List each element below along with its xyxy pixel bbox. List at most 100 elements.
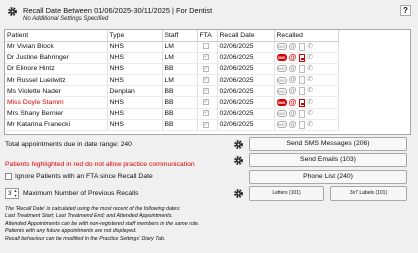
staff-cell: BB [162,108,198,120]
sms-icon[interactable]: SMS [276,76,287,84]
letter-icon[interactable] [298,120,305,129]
sms-icon[interactable]: SMS [276,121,287,129]
letter-icon[interactable] [298,42,305,51]
patient-cell: Mrs Shany Bernier [5,108,108,120]
sms-icon[interactable]: SMS [276,99,287,107]
ignore-fta-label: Ignore Patients with an FTA since Recall… [15,173,153,180]
settings-gear-icon[interactable] [7,6,18,17]
letter-icon[interactable] [298,53,305,62]
email-icon[interactable]: @ [289,76,297,84]
type-cell: NHS [107,63,163,76]
phone-icon[interactable]: ✆ [307,87,314,95]
recalled-cell: SMS @ ✆ [274,41,339,53]
table-row[interactable]: Miss Doyle StammNHSBB 02/06/2025SMS@ ✆ [5,96,339,109]
staff-cell: BB [162,96,198,109]
patient-cell: Dr Elinore Hintz [5,63,108,76]
letter-icon[interactable] [298,109,305,118]
sms-icon[interactable]: SMS [276,65,287,73]
table-row[interactable]: Dr Elinore HintzNHSBB 02/06/2025SMS@ ✆ [5,63,339,76]
recall-grid[interactable]: Patient Type Staff FTA Recall Date Recal… [4,29,411,135]
email-icon[interactable]: @ [289,109,297,118]
table-row[interactable]: Dr Justine BahringerNHSLM 02/06/2025SMS@ ✆ [5,52,339,64]
recalled-cell: SMS @ ✆ [274,85,339,98]
note-line: Last Treatment Start; Last Treatmend End… [5,213,173,220]
max-recalls-spinner[interactable]: 3 ▲ ▼ [5,188,19,199]
phone-icon[interactable]: ✆ [307,110,314,118]
phone-icon[interactable]: ✆ [307,43,314,51]
sms-settings-gear-icon[interactable] [233,139,244,150]
email-icon[interactable]: @ [289,42,297,51]
fta-checkbox [202,65,209,72]
table-row[interactable]: Ms Violette NaderDenplanBB 02/06/2025SMS@… [5,85,339,98]
spinner-arrows-icon[interactable]: ▲ ▼ [13,189,18,198]
fta-cell [197,52,218,64]
fta-cell [197,41,218,53]
email-icon[interactable]: @ [289,120,297,129]
letter-icon[interactable] [298,87,305,96]
sms-icon[interactable]: SMS [276,54,287,62]
note-line: Attended Appointments can be with non-re… [5,220,200,227]
email-icon[interactable]: @ [289,53,297,62]
fta-checkbox [202,43,209,50]
recall-table: Patient Type Staff FTA Recall Date Recal… [5,30,339,132]
table-row[interactable]: Mrs Shany BernierNHSBB 02/06/2025SMS@ ✆ [5,108,339,120]
table-row[interactable]: Mr Russel LueilwitzNHSLM 02/06/2025SMS@ ✆ [5,74,339,87]
recall-date-cell: 02/06/2025 [217,41,275,53]
page-subtitle: No Additional Settings Specified [23,16,109,22]
column-header-staff[interactable]: Staff [162,30,198,42]
fta-cell [197,119,218,132]
fta-checkbox [202,88,209,95]
staff-cell: BB [162,119,198,132]
letter-icon[interactable] [298,98,305,107]
recall-date-cell: 02/06/2025 [217,85,275,98]
red-highlight-notice: Patients highlighted in red do not allow… [5,161,195,168]
send-sms-button[interactable]: Send SMS Messages (206) [249,137,407,151]
labels-button[interactable]: 3x7 Labels (101) [330,186,407,201]
recall-date-cell: 02/06/2025 [217,74,275,87]
fta-checkbox [202,76,209,83]
column-header-recalled[interactable]: Recalled [274,30,339,42]
recalled-cell: SMS @ ✆ [274,52,339,64]
email-icon[interactable]: @ [289,87,297,95]
email-settings-gear-icon[interactable] [233,155,244,166]
staff-cell: LM [162,41,198,53]
letter-icon[interactable] [298,64,305,73]
staff-cell: LM [162,52,198,64]
recalled-cell: SMS @ ✆ [274,63,339,76]
type-cell: NHS [107,41,163,53]
sms-icon[interactable]: SMS [276,43,287,51]
phone-icon[interactable]: ✆ [307,76,314,84]
phone-icon[interactable]: ✆ [307,121,314,129]
email-icon[interactable]: @ [289,98,297,107]
page-title: Recall Date Between 01/06/2025-30/11/202… [23,6,213,15]
max-recalls-value[interactable]: 3 [8,190,12,197]
sms-icon[interactable]: SMS [276,87,287,95]
phone-list-button[interactable]: Phone List (240) [249,170,407,184]
send-emails-button[interactable]: Send Emails (103) [249,153,407,167]
phone-icon[interactable]: ✆ [307,54,314,62]
phone-icon[interactable]: ✆ [307,99,314,107]
type-cell: Denplan [107,85,163,98]
fta-cell [197,74,218,87]
fta-cell [197,85,218,98]
sms-icon[interactable]: SMS [276,110,287,118]
ignore-fta-checkbox[interactable] [5,173,12,180]
table-row[interactable]: Mr Katarina FraneckiNHSBB 02/06/2025SMS@ ✆ [5,119,339,132]
column-header-recall-date[interactable]: Recall Date [217,30,275,42]
phone-icon[interactable]: ✆ [307,65,314,73]
fta-checkbox [202,99,209,106]
letter-settings-gear-icon[interactable] [233,188,244,199]
table-header-row: Patient Type Staff FTA Recall Date Recal… [5,30,339,42]
note-line: Patients with any future appointments ar… [5,228,137,235]
letters-button[interactable]: Letters (101) [249,186,324,201]
column-header-patient[interactable]: Patient [5,30,108,42]
email-icon[interactable]: @ [289,64,297,73]
table-row[interactable]: Mr Vivian Block NHS LM 02/06/2025 SMS @ ✆ [5,41,339,53]
patient-cell: Dr Justine Bahringer [5,52,108,64]
help-button[interactable]: ? [400,5,411,16]
recalled-cell: SMS @ ✆ [274,108,339,120]
column-header-type[interactable]: Type [107,30,163,42]
column-header-fta[interactable]: FTA [197,30,218,42]
type-cell: NHS [107,52,163,64]
letter-icon[interactable] [298,76,305,85]
